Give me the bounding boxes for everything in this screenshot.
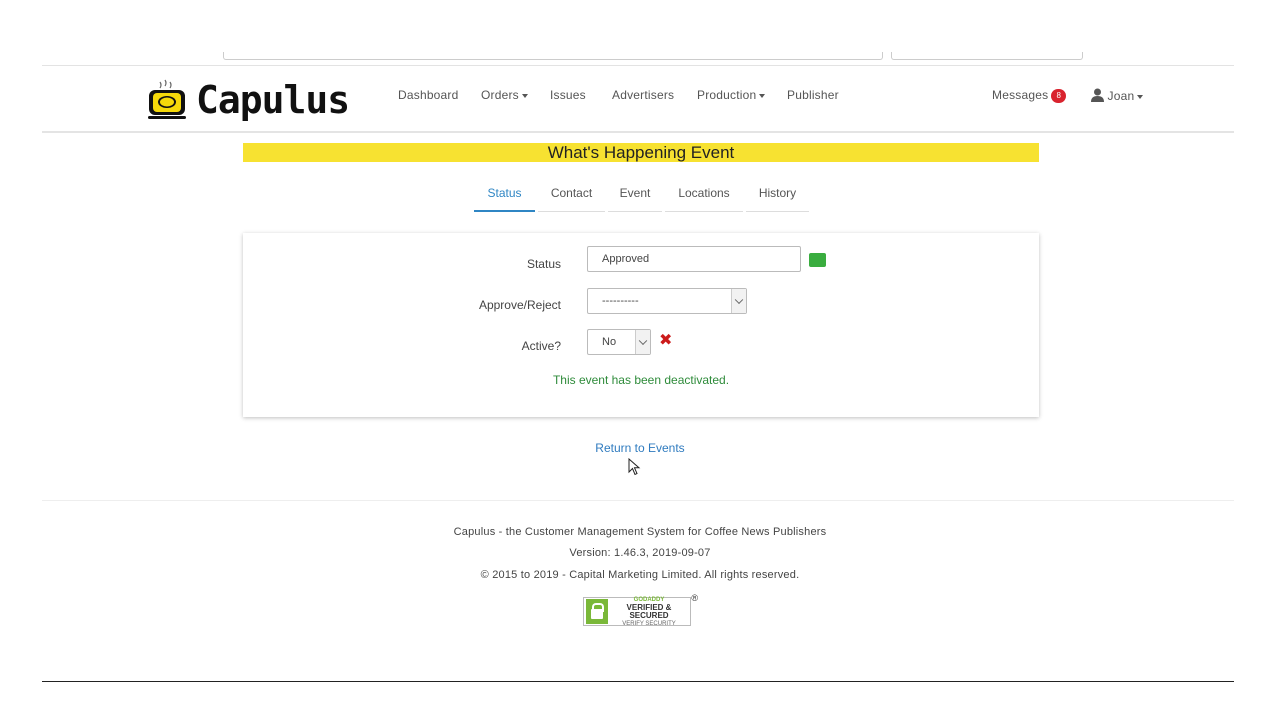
brand-logo[interactable]: Capulus xyxy=(146,76,350,124)
chevron-down-icon xyxy=(731,289,746,313)
active-select[interactable]: No xyxy=(587,329,651,355)
chevron-down-icon xyxy=(759,93,766,98)
active-label: Active? xyxy=(521,339,561,353)
footer-divider xyxy=(42,500,1234,501)
footer-copyright: © 2015 to 2019 - Capital Marketing Limit… xyxy=(480,569,800,581)
seal-subtitle: VERIFY SECURITY xyxy=(622,620,676,627)
nav-messages[interactable]: Messages 8 xyxy=(992,88,1067,103)
page-title: What's Happening Event xyxy=(243,143,1039,162)
nav-publisher[interactable]: Publisher xyxy=(787,88,839,102)
nav-advertisers[interactable]: Advertisers xyxy=(612,88,674,102)
status-value: Approved xyxy=(602,253,650,265)
seal-title: VERIFIED & SECURED xyxy=(626,602,672,620)
return-to-events-link[interactable]: Return to Events xyxy=(0,441,1280,455)
brand-name: Capulus xyxy=(196,78,350,122)
nav-orders[interactable]: Orders xyxy=(481,88,528,102)
mouse-cursor-icon xyxy=(628,458,641,476)
nav-issues[interactable]: Issues xyxy=(550,88,586,102)
registered-mark: ® xyxy=(691,593,698,603)
tab-contact[interactable]: Contact xyxy=(538,182,605,212)
bottom-divider xyxy=(42,681,1234,682)
navbar: Capulus Dashboard Orders Issues Advertis… xyxy=(42,66,1234,133)
chevron-down-icon xyxy=(521,93,528,98)
lock-icon xyxy=(586,599,608,624)
chevron-down-icon xyxy=(1137,94,1144,99)
messages-count-badge: 8 xyxy=(1051,88,1067,103)
user-menu[interactable]: Joan xyxy=(1091,88,1144,103)
nav-production[interactable]: Production xyxy=(697,88,766,102)
tab-locations[interactable]: Locations xyxy=(665,182,743,212)
inactive-x-icon: ✖ xyxy=(659,332,673,349)
footer-tagline: Capulus - the Customer Management System… xyxy=(453,526,827,538)
coffee-cup-icon xyxy=(146,78,190,122)
active-value: No xyxy=(602,336,617,348)
address-bar[interactable] xyxy=(223,52,883,60)
approve-reject-value: ---------- xyxy=(602,295,639,307)
deactivated-message: This event has been deactivated. xyxy=(552,373,730,387)
status-field: Approved xyxy=(587,246,801,272)
tab-event[interactable]: Event xyxy=(608,182,662,212)
approve-reject-select[interactable]: ---------- xyxy=(587,288,747,314)
tab-bar: Status Contact Event Locations History xyxy=(474,182,812,212)
browser-search-bar[interactable] xyxy=(891,52,1083,60)
status-label: Status xyxy=(526,257,561,271)
chevron-down-icon xyxy=(635,330,650,354)
user-icon xyxy=(1091,88,1104,102)
tab-status[interactable]: Status xyxy=(474,182,535,212)
footer-version: Version: 1.46.3, 2019-09-07 xyxy=(569,547,711,559)
approve-reject-label: Approve/Reject xyxy=(478,298,561,312)
browser-chrome xyxy=(42,0,1234,66)
nav-dashboard[interactable]: Dashboard xyxy=(398,88,459,102)
tab-history[interactable]: History xyxy=(746,182,809,212)
verified-secured-seal[interactable]: GODADDY VERIFIED & SECURED VERIFY SECURI… xyxy=(583,593,698,627)
status-color-indicator xyxy=(809,253,826,267)
status-card: Status Approved Approve/Reject ---------… xyxy=(243,233,1039,417)
